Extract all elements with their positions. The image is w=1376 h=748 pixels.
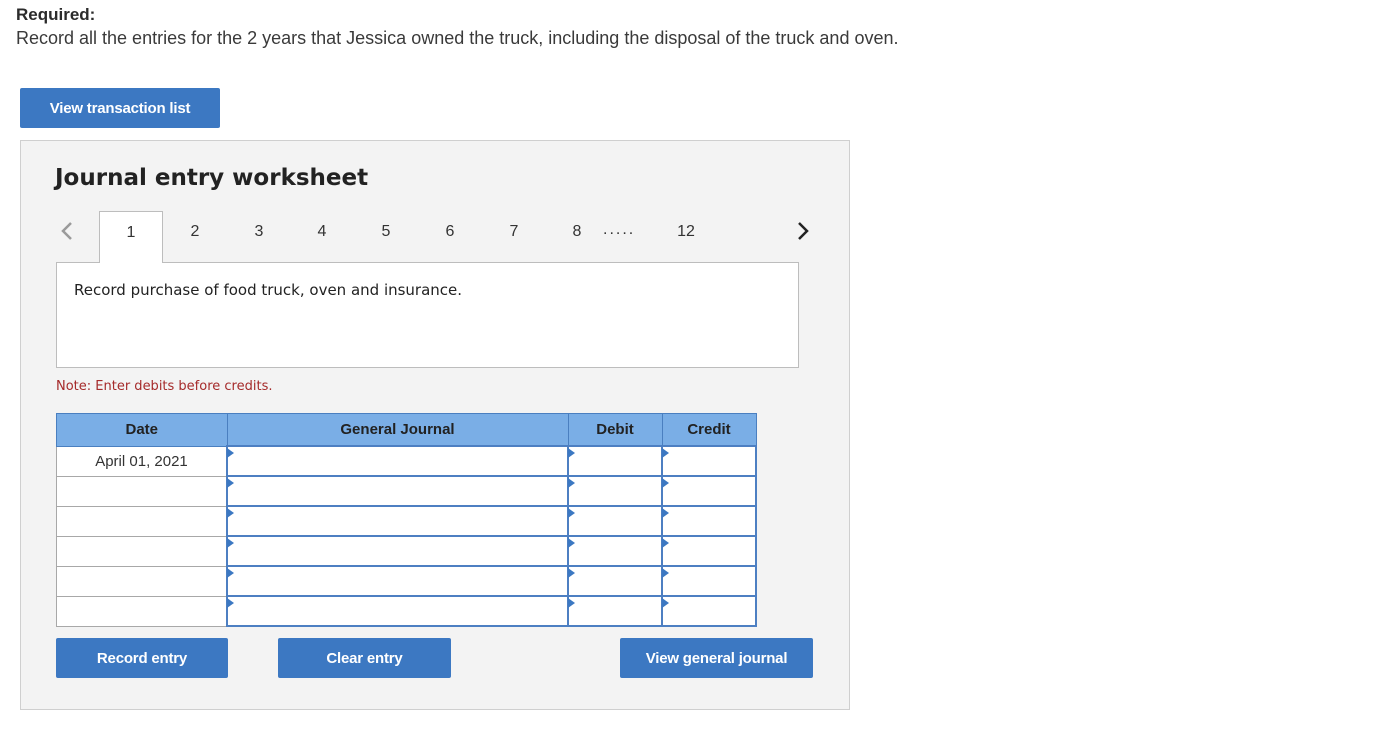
credit-input[interactable] — [661, 475, 757, 507]
credit-header: Credit — [661, 413, 757, 447]
tab-ellipsis: ..... — [603, 221, 636, 238]
account-input[interactable] — [226, 535, 569, 567]
entry-description-box: Record purchase of food truck, oven and … — [56, 262, 799, 368]
date-cell — [56, 505, 228, 537]
tab-6[interactable]: 6 — [427, 211, 473, 263]
debit-credit-note: Note: Enter debits before credits. — [56, 379, 273, 394]
chevron-left-icon — [61, 222, 72, 240]
account-input[interactable] — [226, 565, 569, 597]
table-row: April 01, 2021 — [56, 445, 757, 477]
date-cell: April 01, 2021 — [56, 445, 228, 477]
tab-8[interactable]: 8 — [554, 211, 600, 263]
next-entry-button[interactable] — [791, 219, 815, 243]
tab-5[interactable]: 5 — [363, 211, 409, 263]
required-instructions: Record all the entries for the 2 years t… — [16, 28, 899, 48]
worksheet-title: Journal entry worksheet — [55, 165, 369, 191]
tab-2[interactable]: 2 — [172, 211, 218, 263]
date-cell — [56, 475, 228, 507]
table-row — [56, 505, 757, 537]
tab-3[interactable]: 3 — [236, 211, 282, 263]
date-header: Date — [56, 413, 228, 447]
credit-input[interactable] — [661, 595, 757, 627]
previous-entry-button[interactable] — [55, 219, 79, 243]
date-cell — [56, 595, 228, 627]
debit-input[interactable] — [567, 595, 663, 627]
tab-1[interactable]: 1 — [99, 211, 163, 263]
required-label: Required: — [16, 5, 96, 24]
general-journal-header: General Journal — [226, 413, 569, 447]
table-row — [56, 565, 757, 597]
debit-input[interactable] — [567, 565, 663, 597]
view-transaction-list-button[interactable]: View transaction list — [20, 88, 220, 128]
entry-description: Record purchase of food truck, oven and … — [74, 281, 463, 299]
view-general-journal-button[interactable]: View general journal — [620, 638, 813, 678]
debit-input[interactable] — [567, 475, 663, 507]
table-row — [56, 475, 757, 507]
debit-header: Debit — [567, 413, 663, 447]
debit-input[interactable] — [567, 505, 663, 537]
tab-7[interactable]: 7 — [491, 211, 537, 263]
credit-input[interactable] — [661, 505, 757, 537]
credit-input[interactable] — [661, 565, 757, 597]
table-row — [56, 595, 757, 627]
clear-entry-button[interactable]: Clear entry — [278, 638, 451, 678]
account-input[interactable] — [226, 475, 569, 507]
account-input[interactable] — [226, 505, 569, 537]
record-entry-button[interactable]: Record entry — [56, 638, 228, 678]
journal-entry-worksheet: Journal entry worksheet 1 2 3 4 5 6 7 8 … — [20, 140, 850, 710]
credit-input[interactable] — [661, 535, 757, 567]
tab-12[interactable]: 12 — [663, 211, 709, 263]
debit-input[interactable] — [567, 535, 663, 567]
table-row — [56, 535, 757, 567]
journal-entry-table: Date General Journal Debit Credit April … — [56, 413, 757, 627]
account-input[interactable] — [226, 595, 569, 627]
date-cell — [56, 535, 228, 567]
tab-4[interactable]: 4 — [299, 211, 345, 263]
debit-input[interactable] — [567, 445, 663, 477]
chevron-right-icon — [798, 222, 809, 240]
date-cell — [56, 565, 228, 597]
account-input[interactable] — [226, 445, 569, 477]
credit-input[interactable] — [661, 445, 757, 477]
